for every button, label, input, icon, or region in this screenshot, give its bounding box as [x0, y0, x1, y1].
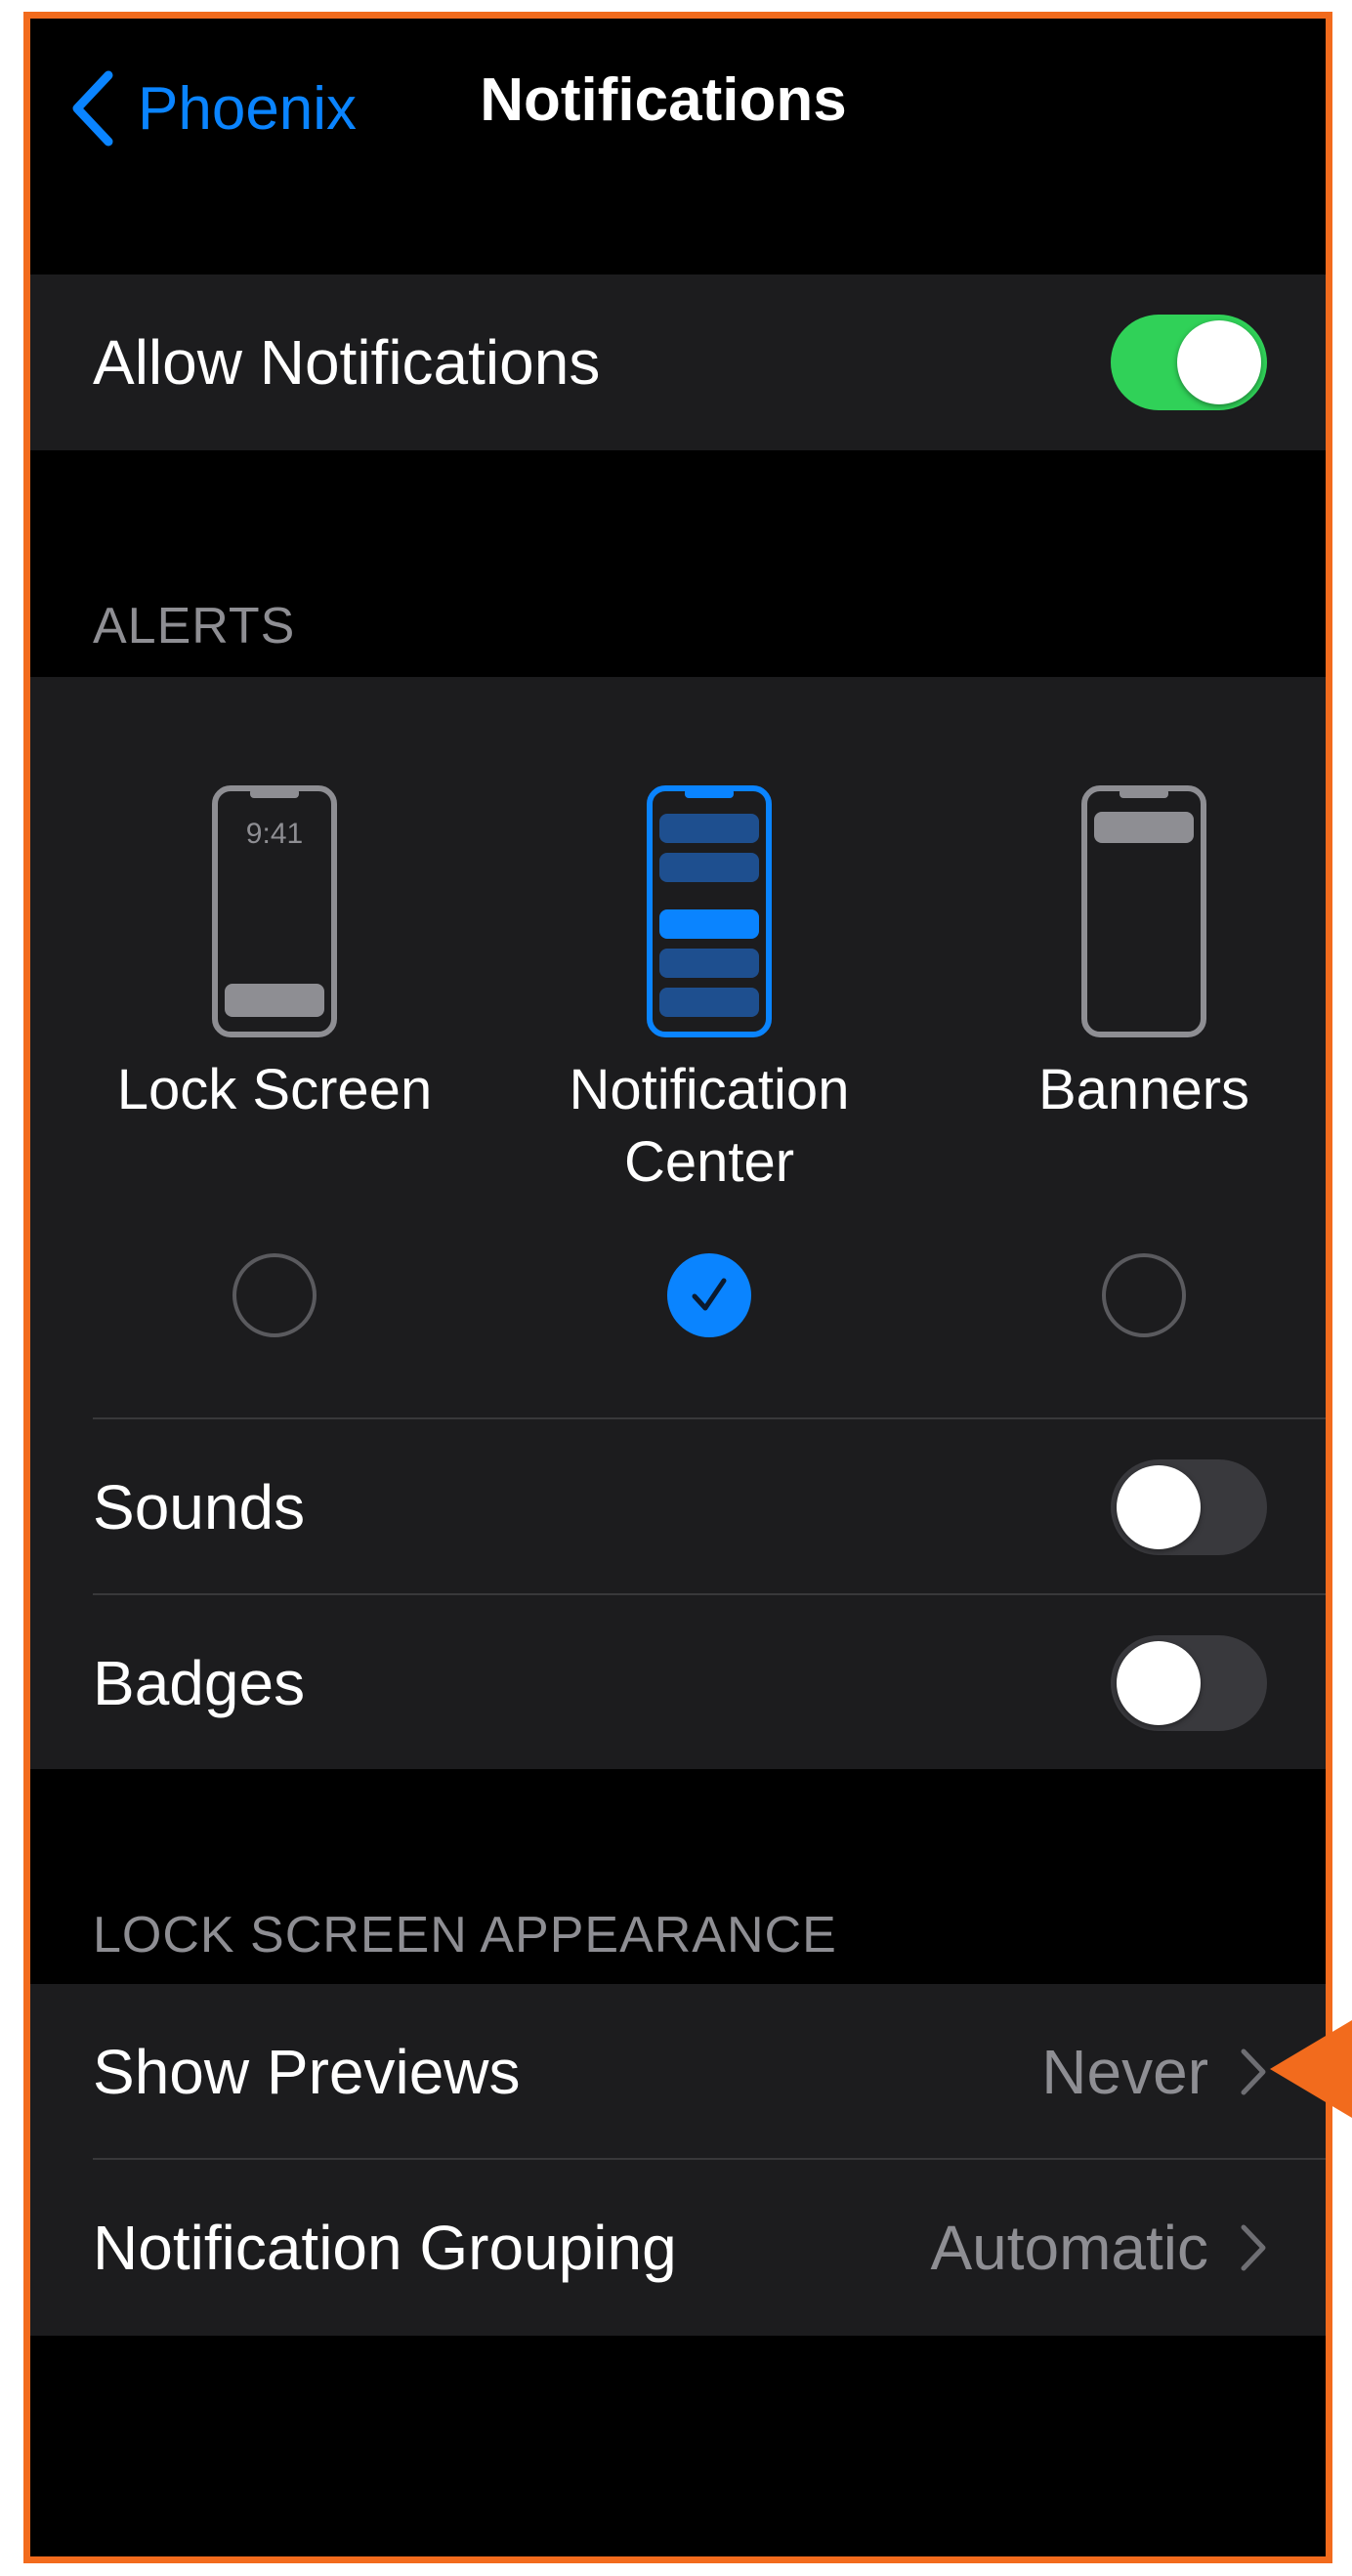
annotation-arrow-icon [1270, 2020, 1352, 2118]
alerts-group: 9:41 Lock Screen Notification Center Ban… [30, 677, 1326, 1769]
show-previews-row[interactable]: Show Previews Never [30, 1984, 1326, 2160]
navigation-bar: Phoenix Notifications [30, 19, 1326, 194]
alert-style-notification-center[interactable]: Notification Center [494, 784, 924, 1199]
allow-group: Allow Notifications [30, 274, 1326, 450]
phone-clock: 9:41 [246, 818, 303, 850]
notification-grouping-value: Automatic [930, 2213, 1208, 2283]
alert-style-banners[interactable]: Banners [929, 784, 1326, 1126]
banners-phone-icon [1081, 785, 1206, 1037]
lock-screen-radio[interactable] [232, 1253, 317, 1337]
screenshot-frame: Phoenix Notifications Allow Notification… [23, 12, 1332, 2563]
banners-radio[interactable] [1102, 1253, 1186, 1337]
alert-style-label: Notification Center [569, 1058, 850, 1194]
toggle-knob [1117, 1465, 1201, 1549]
alert-style-lock-screen[interactable]: 9:41 Lock Screen [60, 784, 489, 1126]
badges-row: Badges [93, 1593, 1326, 1771]
notification-grouping-row[interactable]: Notification Grouping Automatic [30, 2160, 1326, 2336]
lock-screen-appearance-header: LOCK SCREEN APPEARANCE [93, 1907, 837, 1964]
allow-notifications-row: Allow Notifications [30, 274, 1326, 450]
notification-grouping-label: Notification Grouping [93, 2213, 677, 2283]
show-previews-label: Show Previews [93, 2037, 521, 2107]
settings-screen: Phoenix Notifications Allow Notification… [30, 19, 1326, 2556]
lock-screen-phone-icon: 9:41 [212, 785, 337, 1037]
toggle-knob [1117, 1641, 1201, 1725]
sounds-toggle[interactable] [1111, 1459, 1267, 1555]
badges-label: Badges [93, 1648, 306, 1718]
chevron-right-icon [1241, 2224, 1266, 2271]
alerts-header: ALERTS [93, 598, 296, 655]
badges-toggle[interactable] [1111, 1635, 1267, 1731]
checkmark-icon [692, 1278, 727, 1311]
sounds-row: Sounds [93, 1417, 1326, 1595]
chevron-right-icon [1241, 2048, 1266, 2095]
allow-notifications-toggle[interactable] [1111, 315, 1267, 410]
alert-style-label: Lock Screen [116, 1058, 433, 1121]
allow-notifications-label: Allow Notifications [93, 327, 601, 398]
sounds-label: Sounds [93, 1472, 306, 1542]
page-title: Notifications [480, 66, 847, 134]
alert-style-label: Banners [1037, 1058, 1250, 1121]
show-previews-value: Never [1041, 2037, 1208, 2107]
lock-screen-appearance-group: Show Previews Never Notification Groupin… [30, 1984, 1326, 2336]
notification-center-phone-icon [647, 785, 772, 1037]
toggle-knob [1177, 320, 1261, 404]
notification-center-radio[interactable] [667, 1253, 751, 1337]
